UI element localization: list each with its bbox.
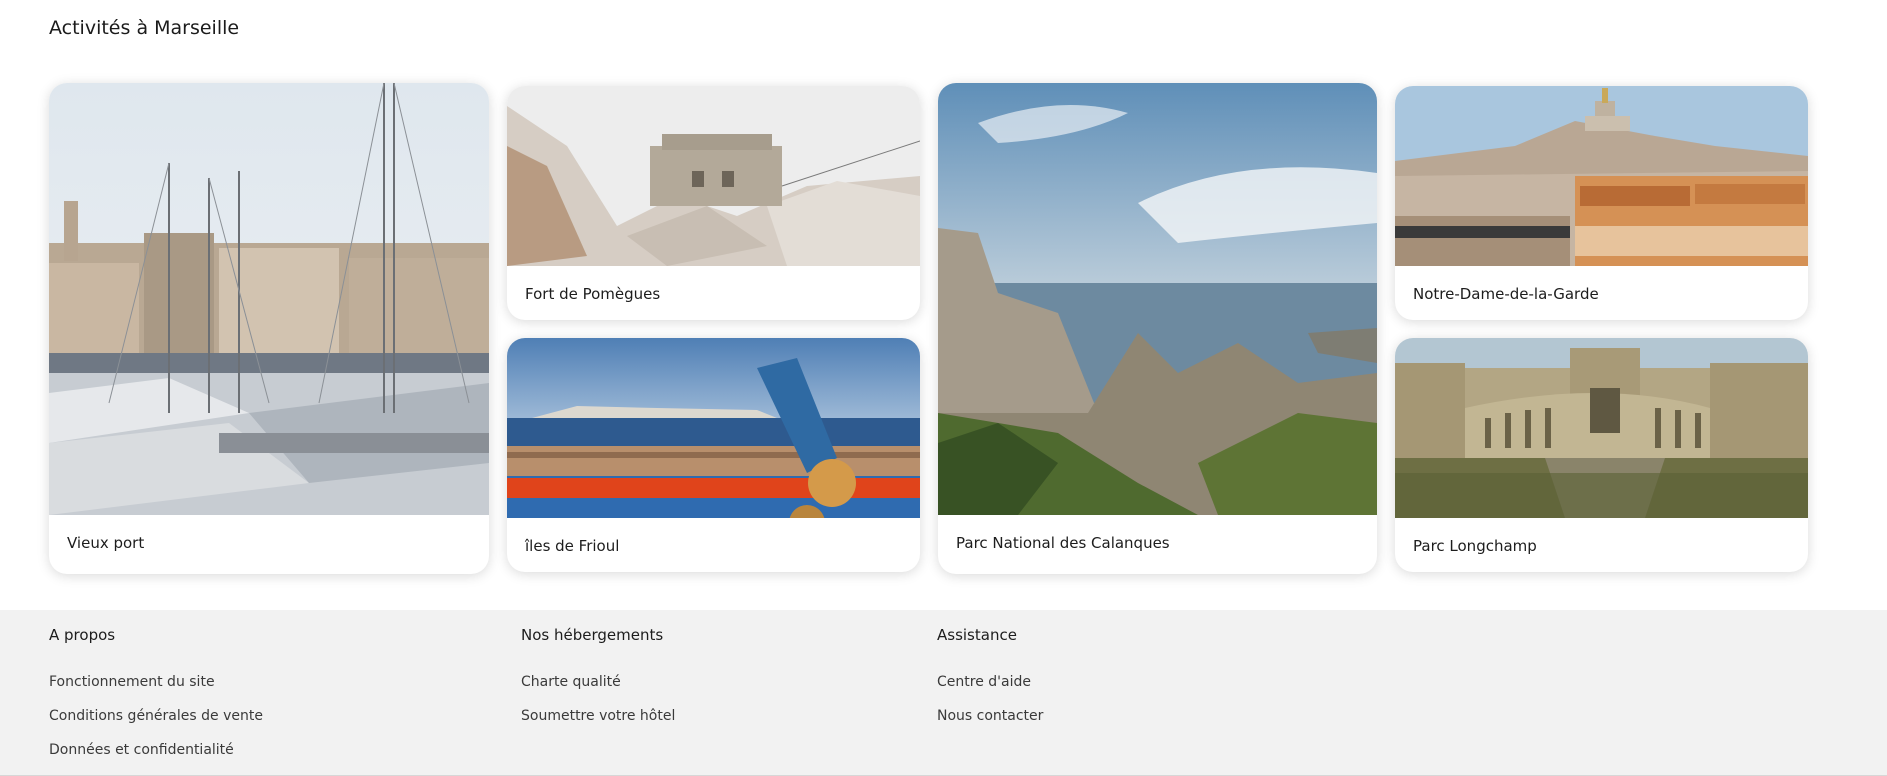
activity-image-parc-longchamp bbox=[1395, 338, 1808, 518]
activity-card-fort-de-pomegues[interactable]: Fort de Pomègues bbox=[507, 86, 920, 320]
activity-card-parc-national-des-calanques[interactable]: Parc National des Calanques bbox=[938, 83, 1377, 574]
activity-image-fort-de-pomegues bbox=[507, 86, 920, 266]
activity-image-vieux-port bbox=[49, 83, 489, 515]
footer-heading: A propos bbox=[49, 626, 116, 644]
activity-label: îles de Frioul bbox=[525, 537, 620, 555]
footer-link-fonctionnement[interactable]: Fonctionnement du site bbox=[49, 674, 215, 690]
footer-link-nous-contacter[interactable]: Nous contacter bbox=[937, 708, 1043, 724]
footer-link-confidentialite[interactable]: Données et confidentialité bbox=[49, 742, 234, 758]
footer-heading: Nos hébergements bbox=[521, 626, 664, 644]
activity-card-notre-dame-de-la-garde[interactable]: Notre-Dame-de-la-Garde bbox=[1395, 86, 1808, 320]
activity-card-parc-longchamp[interactable]: Parc Longchamp bbox=[1395, 338, 1808, 572]
activity-label: Fort de Pomègues bbox=[525, 285, 661, 303]
footer-heading: Assistance bbox=[937, 626, 1017, 644]
activity-image-notre-dame-de-la-garde bbox=[1395, 86, 1808, 266]
footer-link-charte-qualite[interactable]: Charte qualité bbox=[521, 674, 621, 690]
activity-label: Notre-Dame-de-la-Garde bbox=[1413, 285, 1599, 303]
activity-label: Vieux port bbox=[67, 534, 145, 552]
activity-card-iles-de-frioul[interactable]: îles de Frioul bbox=[507, 338, 920, 572]
section-title: Activités à Marseille bbox=[49, 17, 240, 39]
activity-label: Parc National des Calanques bbox=[956, 534, 1170, 552]
site-footer: A propos Fonctionnement du site Conditio… bbox=[0, 610, 1887, 776]
footer-link-cgv[interactable]: Conditions générales de vente bbox=[49, 708, 263, 724]
footer-link-soumettre-hotel[interactable]: Soumettre votre hôtel bbox=[521, 708, 675, 724]
footer-link-centre-aide[interactable]: Centre d'aide bbox=[937, 674, 1031, 690]
activity-image-parc-national-des-calanques bbox=[938, 83, 1377, 515]
activity-card-vieux-port[interactable]: Vieux port bbox=[49, 83, 489, 574]
activity-image-iles-de-frioul bbox=[507, 338, 920, 518]
activity-label: Parc Longchamp bbox=[1413, 537, 1537, 555]
